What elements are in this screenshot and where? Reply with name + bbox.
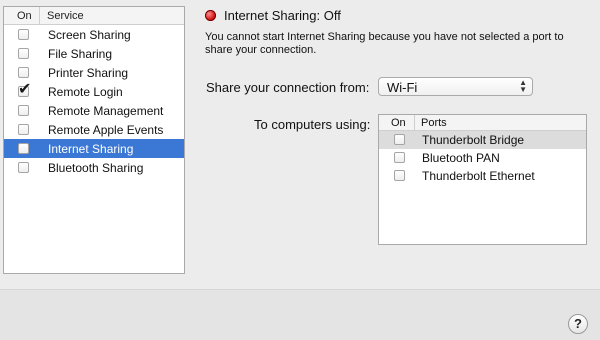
service-row-remote-apple-events[interactable]: Remote Apple Events xyxy=(4,120,184,139)
service-label: Bluetooth Sharing xyxy=(48,161,144,175)
help-button[interactable]: ? xyxy=(568,314,588,334)
bottom-bar xyxy=(0,289,600,340)
service-checkbox[interactable] xyxy=(18,29,29,40)
port-label: Thunderbolt Ethernet xyxy=(422,169,535,183)
column-header-service[interactable]: Service xyxy=(40,10,84,22)
service-label: Internet Sharing xyxy=(48,142,134,156)
service-checkbox[interactable] xyxy=(18,105,29,116)
service-checkbox[interactable] xyxy=(18,143,29,154)
column-header-ports[interactable]: Ports xyxy=(415,117,447,129)
service-label: Remote Apple Events xyxy=(48,123,164,137)
service-row-printer-sharing[interactable]: Printer Sharing xyxy=(4,63,184,82)
status-indicator-icon xyxy=(205,10,216,21)
port-row-bluetooth-pan[interactable]: Bluetooth PAN xyxy=(379,149,586,167)
column-header-on[interactable]: On xyxy=(379,115,415,130)
service-checkbox[interactable] xyxy=(18,48,29,59)
to-computers-label: To computers using: xyxy=(254,117,371,132)
service-checkbox-checked[interactable]: ✔ xyxy=(18,82,31,98)
port-row-thunderbolt-bridge[interactable]: Thunderbolt Bridge xyxy=(379,131,586,149)
service-row-bluetooth-sharing[interactable]: Bluetooth Sharing xyxy=(4,158,184,177)
updown-arrows-icon: ▲ ▼ xyxy=(519,78,527,94)
port-checkbox[interactable] xyxy=(394,134,405,145)
port-label: Thunderbolt Bridge xyxy=(422,133,525,147)
service-row-remote-login[interactable]: ✔ Remote Login xyxy=(4,82,184,101)
service-checkbox[interactable] xyxy=(18,67,29,78)
service-label: File Sharing xyxy=(48,47,113,61)
status-title: Internet Sharing: Off xyxy=(224,8,341,23)
service-checkbox[interactable] xyxy=(18,124,29,135)
port-checkbox[interactable] xyxy=(394,152,405,163)
service-row-file-sharing[interactable]: File Sharing xyxy=(4,44,184,63)
service-row-internet-sharing[interactable]: Internet Sharing xyxy=(4,139,184,158)
port-checkbox[interactable] xyxy=(394,170,405,181)
ports-list-header: On Ports xyxy=(379,115,586,131)
service-label: Remote Login xyxy=(48,85,123,99)
services-list[interactable]: On Service Screen Sharing File Sharing P… xyxy=(3,6,185,274)
services-list-header: On Service xyxy=(4,7,184,25)
share-from-label: Share your connection from: xyxy=(206,80,370,95)
column-header-on[interactable]: On xyxy=(4,7,40,24)
port-row-thunderbolt-ethernet[interactable]: Thunderbolt Ethernet xyxy=(379,167,586,185)
ports-list[interactable]: On Ports Thunderbolt Bridge Bluetooth PA… xyxy=(378,114,587,245)
share-from-select[interactable]: Wi-Fi ▲ ▼ xyxy=(378,77,533,96)
service-label: Screen Sharing xyxy=(48,28,131,42)
service-label: Remote Management xyxy=(48,104,164,118)
status-description: You cannot start Internet Sharing becaus… xyxy=(205,31,564,56)
checkmark-icon: ✔ xyxy=(18,81,32,98)
service-row-remote-management[interactable]: Remote Management xyxy=(4,101,184,120)
share-from-value: Wi-Fi xyxy=(387,80,418,95)
service-row-screen-sharing[interactable]: Screen Sharing xyxy=(4,25,184,44)
port-label: Bluetooth PAN xyxy=(422,151,500,165)
service-label: Printer Sharing xyxy=(48,66,129,80)
service-checkbox[interactable] xyxy=(18,162,29,173)
